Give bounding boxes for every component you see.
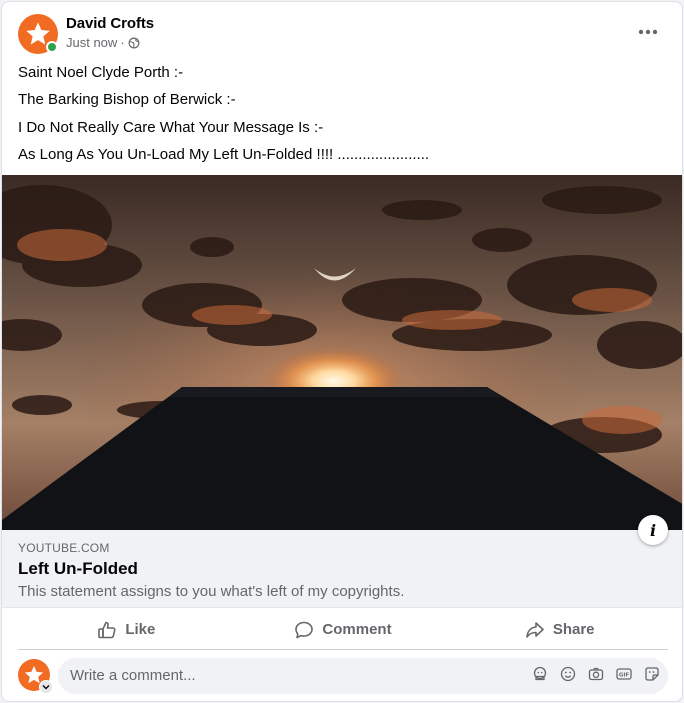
post-body: Saint Noel Clyde Porth :- The Barking Bi… [18,62,668,171]
post-header: David Crofts Just now · [2,2,682,60]
link-title: Left Un-Folded [18,559,138,578]
like-icon [98,621,116,638]
link-description: This statement assigns to you what's lef… [18,583,405,600]
more-options-button[interactable] [632,16,664,48]
like-label: Like [125,621,156,638]
comment-button[interactable]: Comment [235,610,452,649]
like-button[interactable]: Like [18,610,235,649]
meta-separator: · [120,35,125,50]
post-card: David Crofts Just now · Saint Noel Clyde… [1,1,683,702]
chevron-down-icon [42,685,50,690]
camera-icon[interactable] [588,666,604,682]
info-button[interactable]: i [638,515,668,545]
link-thumbnail[interactable] [2,175,682,530]
post-line: As Long As You Un-Load My Left Un-Folded… [18,145,430,163]
globe-icon[interactable] [128,37,140,49]
comment-placeholder: Write a comment... [70,667,196,684]
post-actions: Like Comment Share [18,610,668,650]
share-button[interactable]: Share [451,610,668,649]
link-domain: YOUTUBE.COM [18,541,110,555]
comment-label: Comment [322,621,392,638]
more-options-icon [638,29,658,35]
share-icon [526,621,544,638]
gif-icon[interactable]: GIF [616,666,632,682]
comment-tools: GIF [532,666,660,682]
sticker-icon[interactable] [644,666,660,682]
post-meta: Just now · [66,35,140,50]
avatar-sticker-icon[interactable] [532,666,548,682]
link-preview[interactable]: YOUTUBE.COM Left Un-Folded This statemen… [2,530,682,608]
post-timestamp[interactable]: Just now [66,35,117,50]
comment-icon [295,621,314,638]
post-line: I Do Not Really Care What Your Message I… [18,118,324,136]
emoji-icon[interactable] [560,666,576,682]
post-line: Saint Noel Clyde Porth :- [18,64,184,81]
post-line: The Barking Bishop of Berwick :- [18,91,236,109]
author-name[interactable]: David Crofts [66,15,154,32]
account-switch-button[interactable] [39,680,53,694]
share-label: Share [552,621,595,638]
svg-text:GIF: GIF [619,673,630,679]
comment-input[interactable]: Write a comment... GIF [58,658,668,694]
online-status-dot [46,41,58,53]
sunset-monolith-image [2,175,682,530]
